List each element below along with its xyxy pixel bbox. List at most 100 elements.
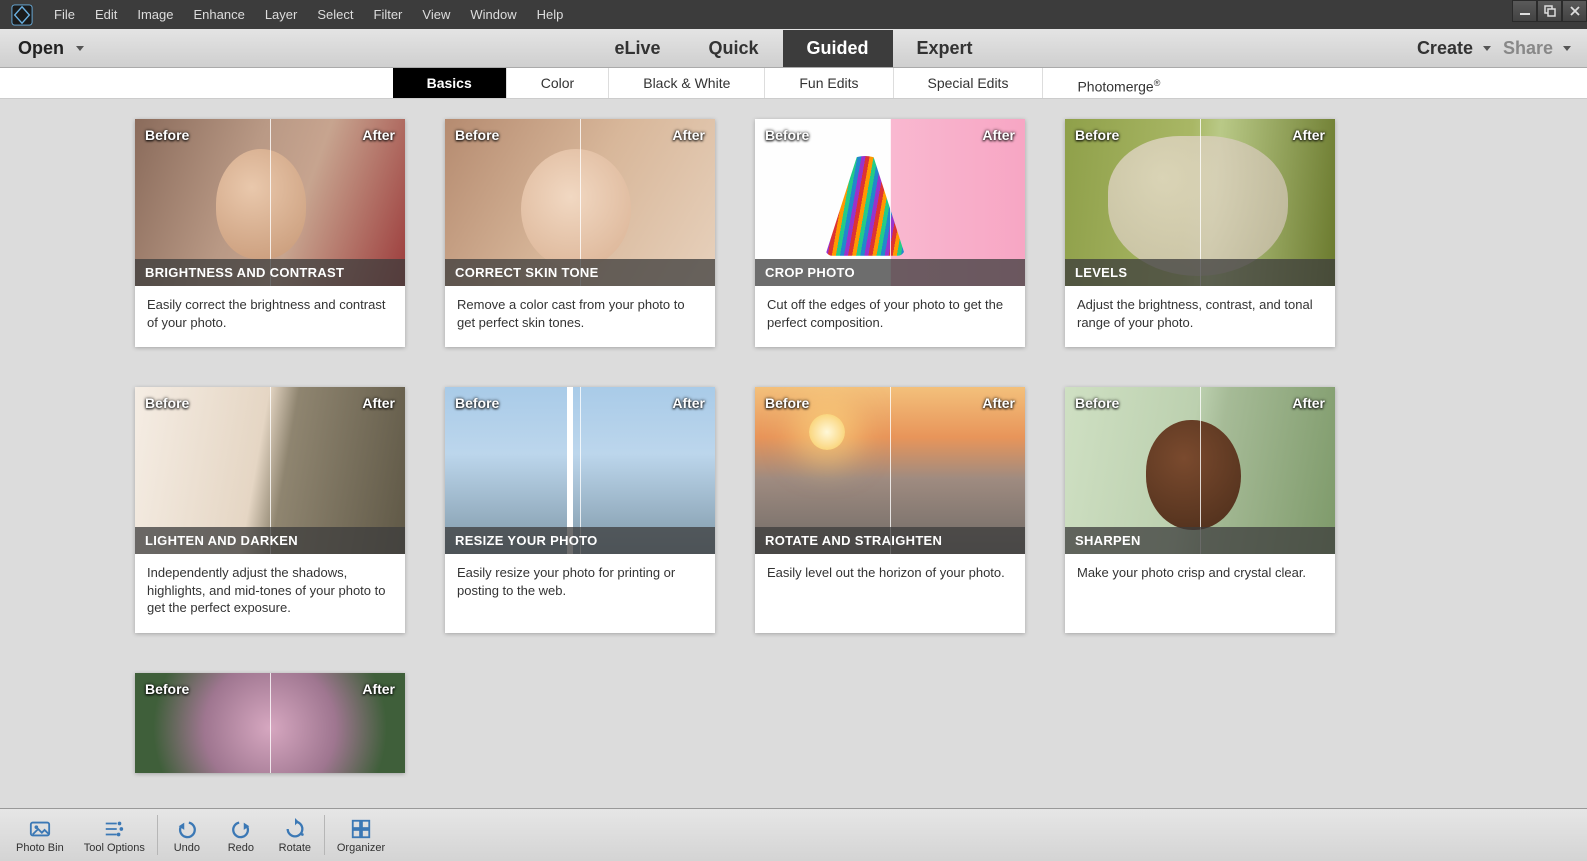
menu-bar: FileEditImageEnhanceLayerSelectFilterVie… <box>0 0 1587 29</box>
card-description: Independently adjust the shadows, highli… <box>135 554 405 633</box>
share-button[interactable]: Share <box>1503 38 1571 59</box>
app-icon <box>8 2 36 28</box>
before-label: Before <box>1075 395 1119 411</box>
card-description: Easily level out the horizon of your pho… <box>755 554 1025 606</box>
card-image: Before After CORRECT SKIN TONE <box>445 119 715 286</box>
guided-card-rotate-and-straighten[interactable]: Before After ROTATE AND STRAIGHTEN Easil… <box>755 387 1025 633</box>
guided-card-sharpen[interactable]: Before After SHARPEN Make your photo cri… <box>1065 387 1335 633</box>
card-description: Cut off the edges of your photo to get t… <box>755 286 1025 347</box>
tool-options-icon <box>102 816 126 842</box>
card-image: Before After VIGNETTE EFFECT <box>135 673 405 773</box>
mode-elive[interactable]: eLive <box>590 30 684 67</box>
card-image: Before After LIGHTEN AND DARKEN <box>135 387 405 554</box>
close-button[interactable] <box>1562 0 1587 22</box>
create-label: Create <box>1417 38 1473 59</box>
guided-card-vignette-effect[interactable]: Before After VIGNETTE EFFECT Add a vigne… <box>135 673 405 773</box>
mode-guided[interactable]: Guided <box>783 30 893 67</box>
guided-card-correct-skin-tone[interactable]: Before After CORRECT SKIN TONE Remove a … <box>445 119 715 347</box>
separator <box>324 815 325 855</box>
tool-label: Redo <box>228 842 254 854</box>
menu-select[interactable]: Select <box>307 0 363 29</box>
open-button[interactable]: Open <box>0 38 110 59</box>
mode-expert[interactable]: Expert <box>893 30 997 67</box>
menu-file[interactable]: File <box>44 0 85 29</box>
window-controls <box>1512 0 1587 22</box>
menu-edit[interactable]: Edit <box>85 0 127 29</box>
before-label: Before <box>455 127 499 143</box>
bottom-toolbar: Photo Bin Tool Options Undo Redo Rotate … <box>0 808 1587 861</box>
category-photomerge[interactable]: Photomerge® <box>1043 68 1194 98</box>
category-special-edits[interactable]: Special Edits <box>894 68 1044 98</box>
menu-help[interactable]: Help <box>527 0 574 29</box>
category-bar: BasicsColorBlack & WhiteFun EditsSpecial… <box>0 68 1587 99</box>
menu-enhance[interactable]: Enhance <box>184 0 255 29</box>
tool-undo[interactable]: Undo <box>160 814 214 856</box>
card-image: Before After BRIGHTNESS AND CONTRAST <box>135 119 405 286</box>
chevron-down-icon <box>1483 46 1491 51</box>
category-fun-edits[interactable]: Fun Edits <box>765 68 893 98</box>
tool-label: Undo <box>174 842 200 854</box>
menu-window[interactable]: Window <box>460 0 526 29</box>
tool-label: Photo Bin <box>16 842 64 854</box>
mode-quick[interactable]: Quick <box>684 30 782 67</box>
photo-bin-icon <box>28 816 52 842</box>
card-title: CORRECT SKIN TONE <box>445 259 715 286</box>
guided-card-levels[interactable]: Before After LEVELS Adjust the brightnes… <box>1065 119 1335 347</box>
card-title: LIGHTEN AND DARKEN <box>135 527 405 554</box>
menu-layer[interactable]: Layer <box>255 0 308 29</box>
tool-label: Rotate <box>279 842 311 854</box>
tool-rotate[interactable]: Rotate <box>268 814 322 856</box>
redo-icon <box>229 816 253 842</box>
guided-card-brightness-and-contrast[interactable]: Before After BRIGHTNESS AND CONTRAST Eas… <box>135 119 405 347</box>
separator <box>157 815 158 855</box>
menu-filter[interactable]: Filter <box>364 0 413 29</box>
chevron-down-icon <box>1563 46 1571 51</box>
minimize-button[interactable] <box>1512 0 1537 22</box>
card-description: Remove a color cast from your photo to g… <box>445 286 715 347</box>
card-image: Before After CROP PHOTO <box>755 119 1025 286</box>
after-label: After <box>1292 127 1325 143</box>
category-black-white[interactable]: Black & White <box>609 68 765 98</box>
after-label: After <box>362 681 395 697</box>
card-image: Before After SHARPEN <box>1065 387 1335 554</box>
after-label: After <box>982 395 1015 411</box>
after-label: After <box>672 395 705 411</box>
card-title: ROTATE AND STRAIGHTEN <box>755 527 1025 554</box>
create-button[interactable]: Create <box>1417 38 1491 59</box>
card-image: Before After LEVELS <box>1065 119 1335 286</box>
card-title: BRIGHTNESS AND CONTRAST <box>135 259 405 286</box>
tool-photo-bin[interactable]: Photo Bin <box>6 814 74 856</box>
before-label: Before <box>765 127 809 143</box>
guided-card-crop-photo[interactable]: Before After CROP PHOTO Cut off the edge… <box>755 119 1025 347</box>
category-color[interactable]: Color <box>507 68 609 98</box>
before-label: Before <box>145 681 189 697</box>
card-title: RESIZE YOUR PHOTO <box>445 527 715 554</box>
after-label: After <box>982 127 1015 143</box>
menu-view[interactable]: View <box>412 0 460 29</box>
after-label: After <box>362 127 395 143</box>
tool-tool-options[interactable]: Tool Options <box>74 814 155 856</box>
after-label: After <box>672 127 705 143</box>
maximize-button[interactable] <box>1537 0 1562 22</box>
guided-card-resize-your-photo[interactable]: Before After RESIZE YOUR PHOTO Easily re… <box>445 387 715 633</box>
card-image: Before After ROTATE AND STRAIGHTEN <box>755 387 1025 554</box>
tool-label: Organizer <box>337 842 385 854</box>
guided-card-lighten-and-darken[interactable]: Before After LIGHTEN AND DARKEN Independ… <box>135 387 405 633</box>
guided-edits-area: Before After BRIGHTNESS AND CONTRAST Eas… <box>0 99 1587 808</box>
chevron-down-icon <box>76 46 84 51</box>
tool-redo[interactable]: Redo <box>214 814 268 856</box>
menu-image[interactable]: Image <box>127 0 183 29</box>
open-label: Open <box>18 38 64 59</box>
share-label: Share <box>1503 38 1553 59</box>
before-label: Before <box>455 395 499 411</box>
card-description: Easily correct the brightness and contra… <box>135 286 405 347</box>
after-label: After <box>362 395 395 411</box>
before-label: Before <box>765 395 809 411</box>
before-label: Before <box>1075 127 1119 143</box>
before-label: Before <box>145 127 189 143</box>
card-title: CROP PHOTO <box>755 259 1025 286</box>
tool-organizer[interactable]: Organizer <box>327 814 395 856</box>
before-label: Before <box>145 395 189 411</box>
card-description: Easily resize your photo for printing or… <box>445 554 715 615</box>
category-basics[interactable]: Basics <box>393 68 507 98</box>
